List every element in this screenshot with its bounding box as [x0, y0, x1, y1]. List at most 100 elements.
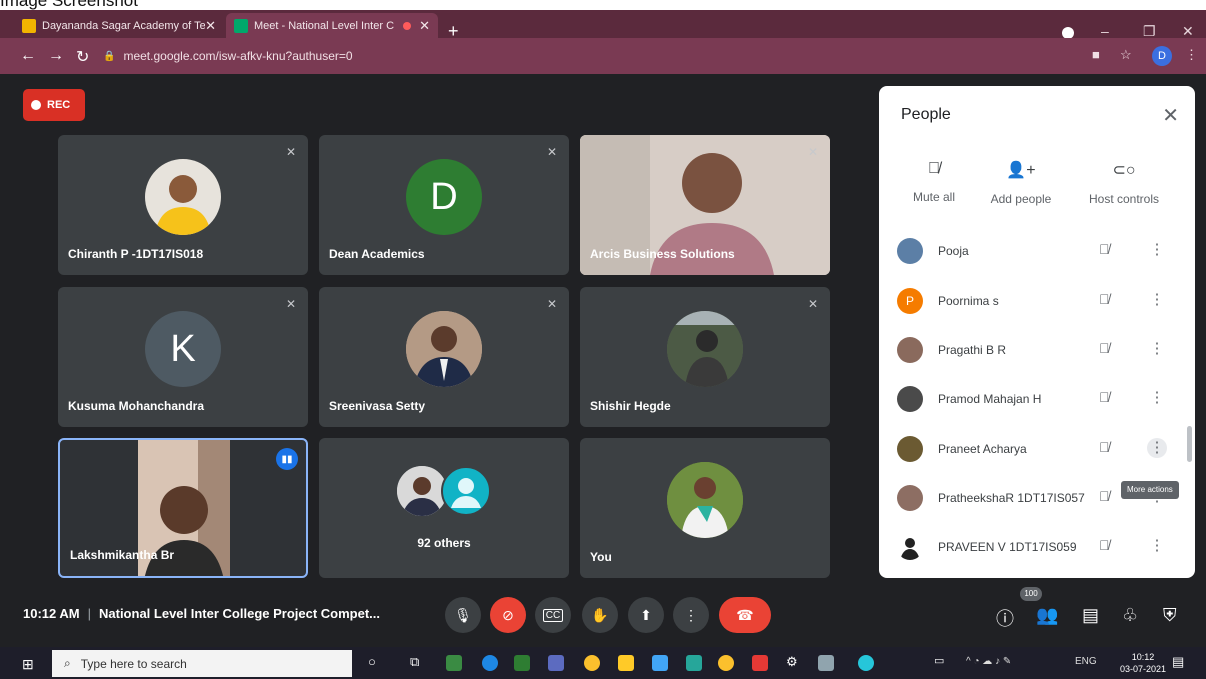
more-options-button[interactable]: ⋮: [673, 597, 709, 633]
participant-photo: [667, 462, 743, 538]
more-actions-icon[interactable]: ⋮: [1147, 240, 1167, 260]
captions-button[interactable]: CC: [535, 597, 571, 633]
participant-tile[interactable]: ✕ Sreenivasa Setty: [319, 287, 569, 427]
more-actions-icon[interactable]: ⋮: [1147, 388, 1167, 408]
list-item[interactable]: P Poornima s 🎙̸ ⋮: [879, 280, 1179, 320]
chat-icon[interactable]: ▤: [1082, 605, 1099, 626]
tab-title: Dayananda Sagar Academy of Te: [42, 19, 206, 32]
people-icon[interactable]: 👥: [1036, 605, 1058, 626]
participant-tile[interactable]: ✕ Shishir Hegde: [580, 287, 830, 427]
more-actions-icon[interactable]: ⋮: [1147, 438, 1167, 458]
clock-date: 03-07-2021: [1120, 664, 1167, 674]
rec-indicator[interactable]: REC: [23, 89, 85, 121]
participant-name: Kusuma Mohanchandra: [68, 399, 205, 413]
participant-name: PRAVEEN V 1DT17IS059: [938, 540, 1077, 554]
profile-avatar[interactable]: D: [1152, 46, 1172, 66]
participant-tile[interactable]: ✕ Chiranth P -1DT17IS018: [58, 135, 308, 275]
app-icon-2[interactable]: [514, 655, 530, 671]
back-icon[interactable]: ←: [20, 47, 36, 65]
chrome-icon[interactable]: [584, 655, 600, 671]
url-field[interactable]: 🔒 meet.google.com/isw-afkv-knu?authuser=…: [103, 44, 1083, 68]
keyboard-icon[interactable]: ▭: [934, 654, 944, 667]
close-tab-icon[interactable]: ✕: [419, 18, 430, 34]
site-favicon-icon: [22, 18, 36, 33]
os-taskbar: ⊞ ⌕ Type here to search ○ ⧉ ⚙ ▭ ^ ◔ ☁ ♪ …: [0, 647, 1206, 679]
dropbox-icon[interactable]: [548, 655, 564, 671]
close-panel-button[interactable]: ✕: [1162, 103, 1179, 128]
add-people-button[interactable]: 👤+ Add people: [971, 160, 1071, 206]
edge-icon[interactable]: [482, 655, 498, 671]
taskbar-search[interactable]: ⌕ Type here to search: [52, 650, 352, 677]
participant-name: Praneet Acharya: [938, 442, 1027, 456]
acrobat-icon[interactable]: [752, 655, 768, 671]
close-tab-icon[interactable]: ✕: [205, 18, 216, 34]
participant-tile[interactable]: K ✕ Kusuma Mohanchandra: [58, 287, 308, 427]
panel-scrollbar[interactable]: [1187, 426, 1192, 462]
self-tile[interactable]: You: [580, 438, 830, 578]
mic-off-icon: 🎙̸: [1099, 389, 1110, 405]
mute-all-button[interactable]: 🎙̸ Mute all: [884, 160, 984, 204]
participant-name: Poornima s: [938, 294, 999, 308]
app-icon-6[interactable]: [858, 655, 874, 671]
participant-name: Lakshmikantha Br: [70, 548, 175, 562]
tab-meet[interactable]: Meet - National Level Inter C ✕: [226, 13, 438, 38]
list-item[interactable]: Pooja 🎙̸ ⋮: [879, 230, 1179, 270]
forward-icon[interactable]: →: [48, 47, 64, 65]
list-item[interactable]: PRAVEEN V 1DT17IS059 🎙̸ ⋮: [879, 526, 1179, 566]
participant-tile[interactable]: D ✕ Dean Academics: [319, 135, 569, 275]
tab-dayananda[interactable]: Dayananda Sagar Academy of Te ✕: [14, 13, 224, 38]
url-text: meet.google.com/isw-afkv-knu?authuser=0: [123, 49, 353, 63]
host-controls-button[interactable]: ⊂○ Host controls: [1074, 160, 1174, 206]
mic-button[interactable]: 🎙: [445, 597, 481, 633]
activities-icon[interactable]: ♧: [1122, 605, 1138, 626]
participant-list: Pooja 🎙̸ ⋮ P Poornima s 🎙̸ ⋮ Pragathi B …: [879, 214, 1195, 578]
more-actions-icon[interactable]: ⋮: [1147, 339, 1167, 359]
participant-name: Sreenivasa Setty: [329, 399, 426, 413]
raise-hand-button[interactable]: ✋: [582, 597, 618, 633]
speaking-indicator-icon: ▮▮: [276, 448, 298, 470]
app-icon-1[interactable]: [446, 655, 462, 671]
participant-name: You: [590, 550, 612, 564]
people-panel: People ✕ 🎙̸ Mute all 👤+ Add people ⊂○ Ho…: [879, 86, 1195, 578]
leave-call-button[interactable]: ☎: [719, 597, 771, 633]
mic-off-icon: ✕: [807, 297, 818, 311]
more-actions-icon[interactable]: ⋮: [1147, 290, 1167, 310]
participant-name: Pooja: [938, 244, 969, 258]
list-item[interactable]: Pramod Mahajan H 🎙̸ ⋮: [879, 378, 1179, 418]
rec-label: REC: [47, 99, 71, 111]
others-tile[interactable]: 92 others: [319, 438, 569, 578]
file-explorer-icon[interactable]: [618, 655, 634, 671]
app-icon-4[interactable]: [686, 655, 702, 671]
cortana-icon[interactable]: ○: [368, 654, 376, 669]
taskbar-clock[interactable]: 10:12 03-07-2021: [1120, 651, 1166, 675]
participant-tile[interactable]: ✕ Arcis Business Solutions: [580, 135, 830, 275]
meeting-time: 10:12 AM: [23, 606, 80, 621]
camera-icon[interactable]: ■: [1092, 47, 1100, 62]
list-item[interactable]: Pragathi B R 🎙̸ ⋮: [879, 329, 1179, 369]
chrome-icon-2[interactable]: [718, 655, 734, 671]
app-icon-5[interactable]: [818, 655, 834, 671]
windows-start-icon[interactable]: ⊞: [22, 656, 34, 673]
mic-off-icon: 🎙̸: [1099, 241, 1110, 257]
notifications-icon[interactable]: ▤: [1172, 654, 1184, 670]
more-actions-tooltip: More actions: [1121, 481, 1179, 499]
minimize-icon[interactable]: –: [1101, 23, 1109, 39]
reload-icon[interactable]: ↻: [76, 47, 89, 67]
language-indicator[interactable]: ENG: [1075, 656, 1097, 667]
more-actions-icon[interactable]: ⋮: [1147, 536, 1167, 556]
task-view-icon[interactable]: ⧉: [410, 654, 419, 670]
tray-icons[interactable]: ^ ◔ ☁ ♪ ✎: [966, 656, 1011, 667]
present-button[interactable]: ⬆: [628, 597, 664, 633]
star-icon[interactable]: ☆: [1120, 47, 1132, 63]
menu-icon[interactable]: ⋮: [1185, 47, 1198, 63]
participant-tile[interactable]: ▮▮ Lakshmikantha Br: [58, 438, 308, 578]
app-icon-3[interactable]: [652, 655, 668, 671]
meeting-details-icon[interactable]: ⓘ: [996, 605, 1014, 631]
camera-off-button[interactable]: ⊘: [490, 597, 526, 633]
settings-icon[interactable]: ⚙: [786, 654, 798, 670]
list-item[interactable]: Praneet Acharya 🎙̸ ⋮: [879, 428, 1179, 468]
default-avatar-icon: [441, 466, 491, 516]
host-shield-icon[interactable]: ⛨: [1163, 605, 1177, 626]
mic-off-icon: 🎙̸: [1099, 291, 1110, 307]
participant-name: Shishir Hegde: [590, 399, 671, 413]
